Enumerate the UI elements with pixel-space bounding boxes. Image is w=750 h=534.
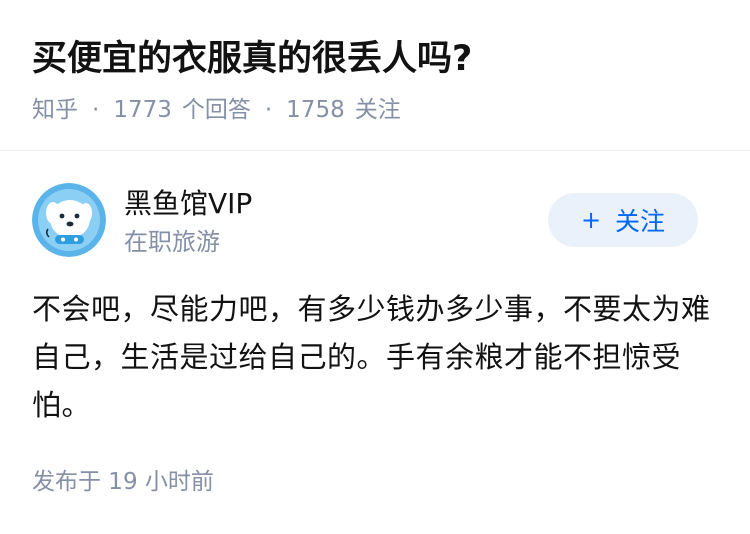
source-label[interactable]: 知乎 — [32, 94, 78, 126]
follower-count-label: 关注 — [354, 97, 401, 123]
question-header: 买便宜的衣服真的很丢人吗? 知乎 · 1773 个回答 · 1758 关注 — [0, 0, 750, 151]
question-meta: 知乎 · 1773 个回答 · 1758 关注 — [32, 94, 401, 126]
question-title[interactable]: 买便宜的衣服真的很丢人吗? — [32, 36, 472, 82]
plus-icon: + — [580, 206, 602, 234]
meta-separator: · — [264, 97, 273, 123]
answer-count: 1773 — [113, 97, 172, 123]
answer-card: 黑鱼馆VIP 在职旅游 + 关注 不会吧，尽能力吧，有多少钱办多少事，不要太为难… — [0, 151, 750, 534]
answer-count-label: 个回答 — [181, 97, 251, 123]
author-name[interactable]: 黑鱼馆VIP — [124, 185, 252, 223]
meta-separator: · — [92, 97, 100, 123]
follow-button[interactable]: + 关注 — [548, 193, 698, 247]
answer-content[interactable]: 不会吧，尽能力吧，有多少钱办多少事，不要太为难自己，生活是过给自己的。手有余粮才… — [32, 285, 712, 429]
author-bio: 在职旅游 — [124, 228, 220, 256]
follow-button-label: 关注 — [615, 207, 666, 236]
follower-count: 1758 — [286, 97, 345, 123]
dog-avatar-icon — [32, 183, 106, 257]
answer-time: 发布于 19 小时前 — [32, 469, 214, 495]
avatar[interactable] — [32, 183, 106, 257]
